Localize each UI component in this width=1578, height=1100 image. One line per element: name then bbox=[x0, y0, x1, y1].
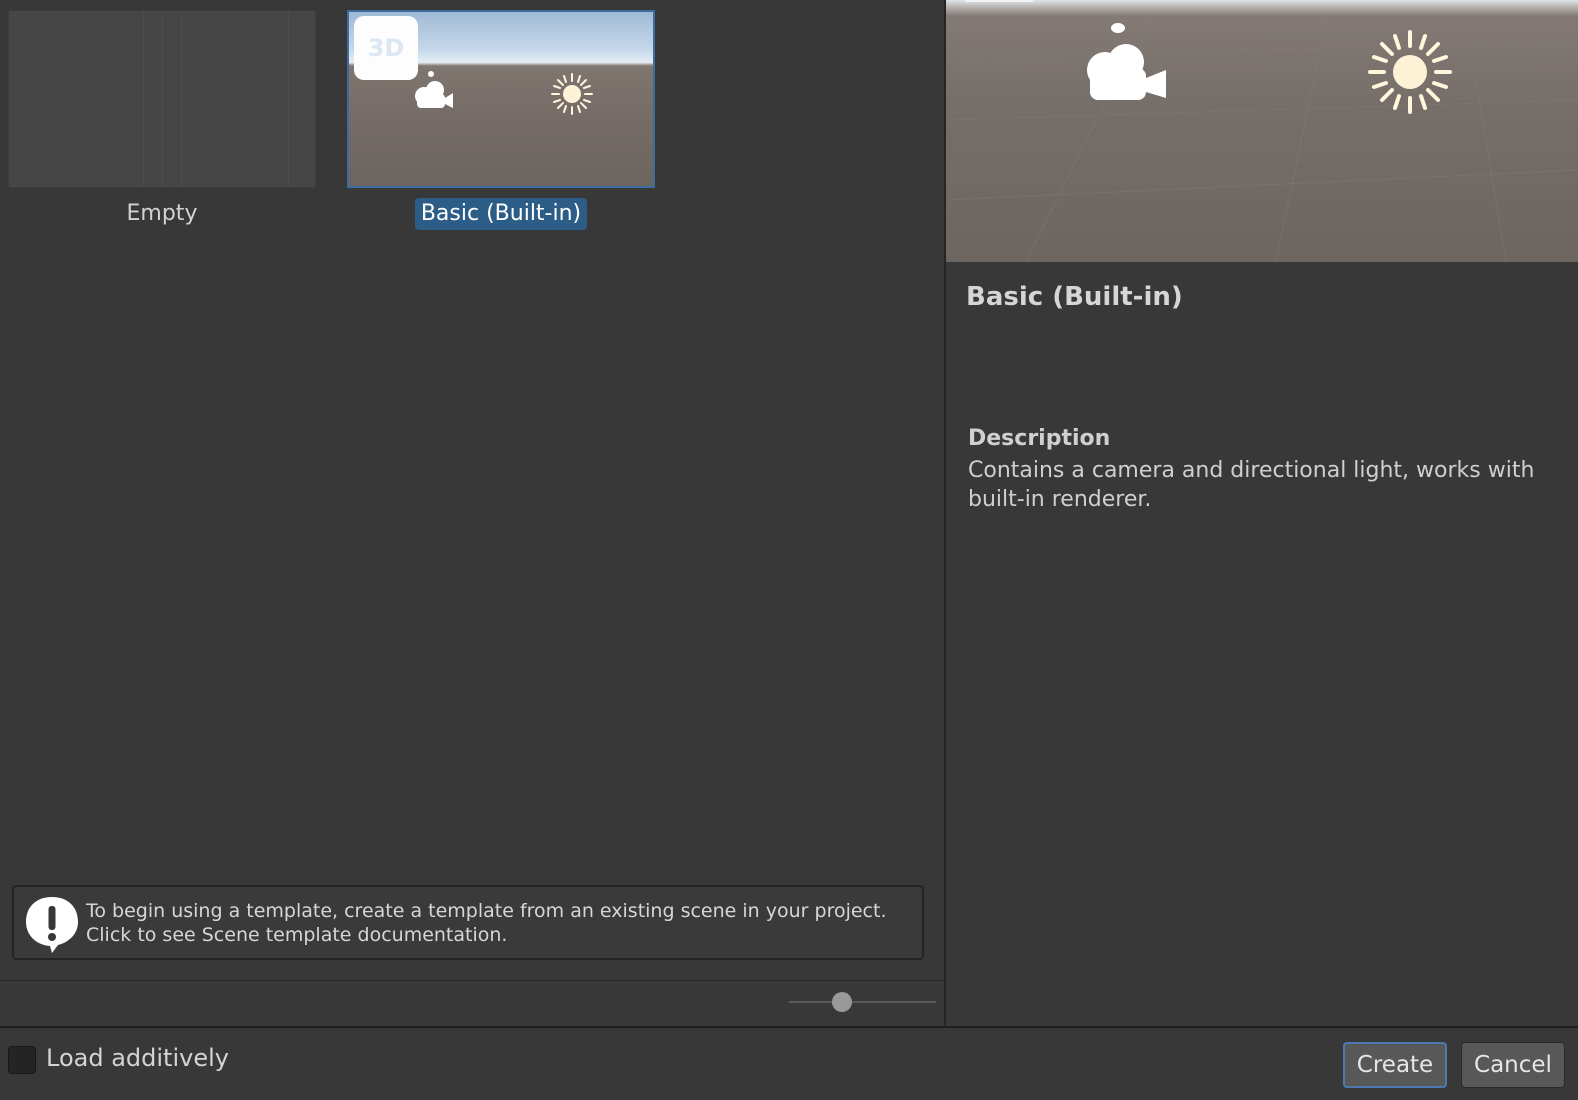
description-heading: Description bbox=[968, 426, 1111, 451]
camera-icon bbox=[415, 71, 453, 108]
new-scene-window: Empty 3D Basic (Built-in) To begin using… bbox=[0, 0, 1578, 1100]
camera-icon bbox=[1087, 23, 1166, 100]
info-message: To begin using a template, create a temp… bbox=[86, 899, 887, 947]
template-preview-image bbox=[946, 0, 1578, 262]
info-line-1: To begin using a template, create a temp… bbox=[86, 900, 887, 922]
template-thumbnail-empty bbox=[8, 10, 316, 188]
zoom-slider-row bbox=[0, 980, 944, 1026]
template-title: Basic (Built-in) bbox=[966, 282, 1183, 312]
create-button[interactable]: Create bbox=[1343, 1042, 1447, 1088]
zoom-slider-thumb[interactable] bbox=[831, 992, 852, 1012]
directional-light-icon bbox=[551, 73, 593, 115]
info-line-2: Click to see Scene template documentatio… bbox=[86, 924, 508, 946]
template-details-pane: Basic (Built-in) Description Contains a … bbox=[946, 0, 1578, 1026]
template-label-empty: Empty bbox=[8, 198, 316, 230]
directional-light-icon bbox=[1368, 30, 1452, 114]
footer-bar: Load additively Create Cancel bbox=[0, 1026, 1578, 1100]
template-help-info-box[interactable]: To begin using a template, create a temp… bbox=[12, 885, 924, 960]
load-additively-label[interactable]: Load additively bbox=[46, 1044, 229, 1072]
warning-icon bbox=[26, 897, 78, 953]
badge-text: 3D bbox=[367, 34, 405, 62]
cancel-button[interactable]: Cancel bbox=[1461, 1042, 1565, 1088]
ground-grid bbox=[946, 19, 1578, 262]
template-name-selected: Basic (Built-in) bbox=[414, 198, 588, 230]
zoom-slider-track[interactable] bbox=[789, 1001, 936, 1003]
description-text: Contains a camera and directional light,… bbox=[968, 458, 1535, 512]
badge-3d-icon: 3D bbox=[354, 16, 418, 80]
template-label-basic: Basic (Built-in) bbox=[347, 198, 655, 230]
template-thumbnail-basic: 3D bbox=[347, 10, 655, 188]
load-additively-checkbox[interactable] bbox=[8, 1046, 36, 1074]
template-list-pane: Empty 3D Basic (Built-in) To begin using… bbox=[0, 0, 944, 1026]
template-name: Empty bbox=[126, 201, 198, 226]
